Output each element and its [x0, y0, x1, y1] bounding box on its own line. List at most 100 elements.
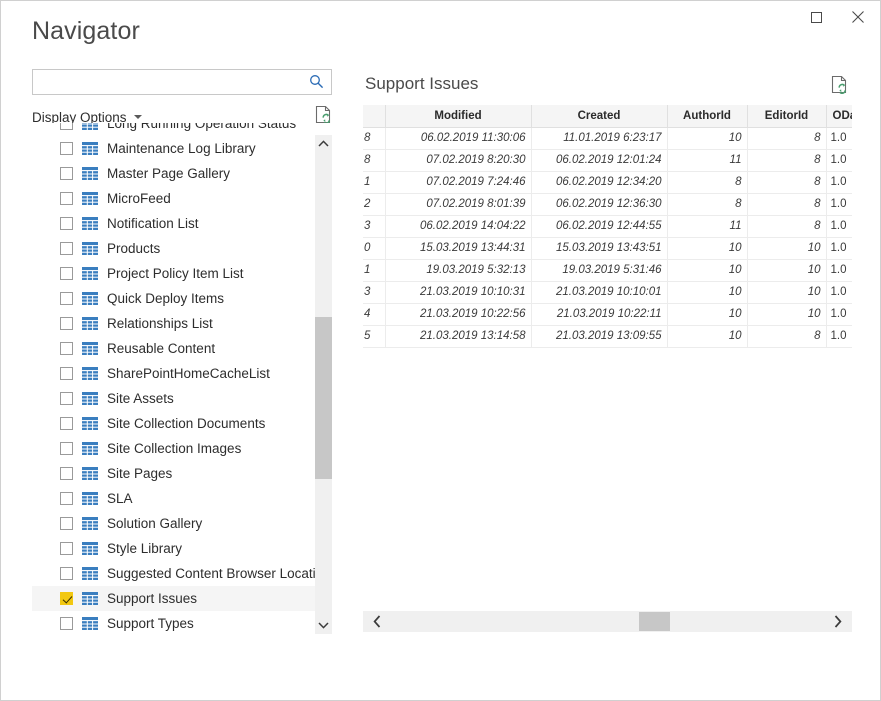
list-item-label: Maintenance Log Library [107, 141, 256, 156]
list-items-container: Long Running Operation Status Maintenance… [32, 123, 315, 634]
preview-scrollbar-thumb[interactable] [639, 612, 670, 631]
table-row[interactable]: 2 07.02.2019 8:01:39 06.02.2019 12:36:30 8 8… [363, 193, 852, 216]
search-icon[interactable] [309, 74, 324, 94]
list-item-checkbox[interactable] [60, 142, 73, 155]
list-item[interactable]: Master Page Gallery [32, 161, 315, 186]
maximize-button[interactable] [794, 1, 838, 33]
table-cell: 1.0 [826, 303, 852, 326]
table-icon [82, 592, 98, 605]
list-item-checkbox[interactable] [60, 442, 73, 455]
list-item[interactable]: Style Library [32, 536, 315, 561]
table-row[interactable]: 4 21.03.2019 10:22:56 21.03.2019 10:22:11 1… [363, 303, 852, 326]
chevron-up-icon [318, 140, 329, 147]
list-item-label: Suggested Content Browser Locations [107, 566, 315, 581]
list-item-checkbox[interactable] [60, 567, 73, 580]
table-cell: 8 [363, 149, 386, 172]
list-item[interactable]: Support Types [32, 611, 315, 634]
list-item-checkbox[interactable] [60, 292, 73, 305]
list-item[interactable]: Support Issues [32, 586, 315, 611]
table-cell: 1.0 [826, 171, 852, 194]
list-item-checkbox[interactable] [60, 417, 73, 430]
column-header-odata[interactable]: OData_ [826, 105, 852, 128]
list-scrollport: Long Running Operation Status Maintenance… [32, 123, 315, 634]
column-header-editorid[interactable]: EditorId [747, 105, 827, 128]
list-item[interactable]: SLA [32, 486, 315, 511]
table-cell: 07.02.2019 8:20:30 [385, 149, 532, 172]
table-cell: 1.0 [826, 259, 852, 282]
list-item-checkbox[interactable] [60, 342, 73, 355]
search-input[interactable] [37, 71, 305, 93]
list-item-checkbox[interactable] [60, 517, 73, 530]
table-header-row: Modified Created AuthorId EditorId OData… [363, 105, 852, 128]
list-item-checkbox[interactable] [60, 492, 73, 505]
list-item[interactable]: Notification List [32, 211, 315, 236]
list-item[interactable]: MicroFeed [32, 186, 315, 211]
list-item-checkbox[interactable] [60, 217, 73, 230]
column-header-created[interactable]: Created [531, 105, 668, 128]
table-row[interactable]: 1 19.03.2019 5:32:13 19.03.2019 5:31:46 10 1… [363, 259, 852, 282]
table-row[interactable]: 8 07.02.2019 8:20:30 06.02.2019 12:01:24 11… [363, 149, 852, 172]
list-item[interactable]: Long Running Operation Status [32, 123, 315, 136]
search-box[interactable] [32, 69, 332, 95]
list-item-checkbox[interactable] [60, 242, 73, 255]
table-cell: 8 [363, 127, 386, 150]
list-item-checkbox[interactable] [60, 467, 73, 480]
table-cell: 10 [747, 237, 827, 260]
table-row[interactable]: 1 07.02.2019 7:24:46 06.02.2019 12:34:20 8 8… [363, 171, 852, 194]
table-cell: 06.02.2019 12:34:20 [531, 171, 668, 194]
list-item[interactable]: Project Policy Item List [32, 261, 315, 286]
table-cell: 8 [747, 127, 827, 150]
table-row[interactable]: 5 21.03.2019 13:14:58 21.03.2019 13:09:55 1… [363, 325, 852, 348]
table-icon [82, 317, 98, 330]
table-row[interactable]: 3 21.03.2019 10:10:31 21.03.2019 10:10:01 1… [363, 281, 852, 304]
table-cell: 10 [667, 259, 748, 282]
preview-horizontal-scrollbar[interactable] [363, 611, 852, 632]
list-item[interactable]: Site Pages [32, 461, 315, 486]
table-cell: 10 [667, 127, 748, 150]
list-item[interactable]: Quick Deploy Items [32, 286, 315, 311]
table-cell: 06.02.2019 12:36:30 [531, 193, 668, 216]
list-item[interactable]: Suggested Content Browser Locations [32, 561, 315, 586]
scroll-left-button[interactable] [365, 611, 389, 632]
list-item-checkbox[interactable] [60, 167, 73, 180]
list-item-checkbox[interactable] [60, 367, 73, 380]
list-vertical-scrollbar[interactable] [315, 135, 332, 634]
table-row[interactable]: 3 06.02.2019 14:04:22 06.02.2019 12:44:55 1… [363, 215, 852, 238]
table-row[interactable]: 8 06.02.2019 11:30:06 11.01.2019 6:23:17 10… [363, 127, 852, 150]
table-cell: 2 [363, 193, 386, 216]
table-body: 8 06.02.2019 11:30:06 11.01.2019 6:23:17 10… [363, 127, 852, 348]
list-item-checkbox[interactable] [60, 267, 73, 280]
list-item-checkbox[interactable] [60, 392, 73, 405]
table-row[interactable]: 0 15.03.2019 13:44:31 15.03.2019 13:43:51 1… [363, 237, 852, 260]
column-header-rownum[interactable] [363, 105, 386, 128]
list-item[interactable]: Site Collection Images [32, 436, 315, 461]
list-item[interactable]: Site Assets [32, 386, 315, 411]
table-icon [82, 267, 98, 280]
table-icon [82, 492, 98, 505]
list-item-checkbox[interactable] [60, 592, 73, 605]
list-item[interactable]: Relationships List [32, 311, 315, 336]
object-list[interactable]: Long Running Operation Status Maintenance… [32, 123, 332, 634]
column-header-modified[interactable]: Modified [385, 105, 532, 128]
list-scrollbar-thumb[interactable] [315, 317, 332, 479]
list-item-checkbox[interactable] [60, 617, 73, 630]
list-item[interactable]: Solution Gallery [32, 511, 315, 536]
refresh-preview-icon[interactable] [831, 75, 848, 99]
list-item[interactable]: Products [32, 236, 315, 261]
list-item-checkbox[interactable] [60, 123, 73, 130]
column-header-authorid[interactable]: AuthorId [667, 105, 748, 128]
list-item[interactable]: Site Collection Documents [32, 411, 315, 436]
close-button[interactable] [836, 1, 880, 33]
list-item[interactable]: Maintenance Log Library [32, 136, 315, 161]
scroll-up-button[interactable] [315, 135, 332, 152]
chevron-down-icon[interactable] [133, 114, 142, 119]
table-cell: 10 [667, 237, 748, 260]
table-cell: 10 [747, 303, 827, 326]
table-icon [82, 567, 98, 580]
list-item[interactable]: Reusable Content [32, 336, 315, 361]
list-item[interactable]: SharePointHomeCacheList [32, 361, 315, 386]
list-item-checkbox[interactable] [60, 317, 73, 330]
scroll-right-button[interactable] [826, 611, 850, 632]
list-item-checkbox[interactable] [60, 192, 73, 205]
list-item-checkbox[interactable] [60, 542, 73, 555]
